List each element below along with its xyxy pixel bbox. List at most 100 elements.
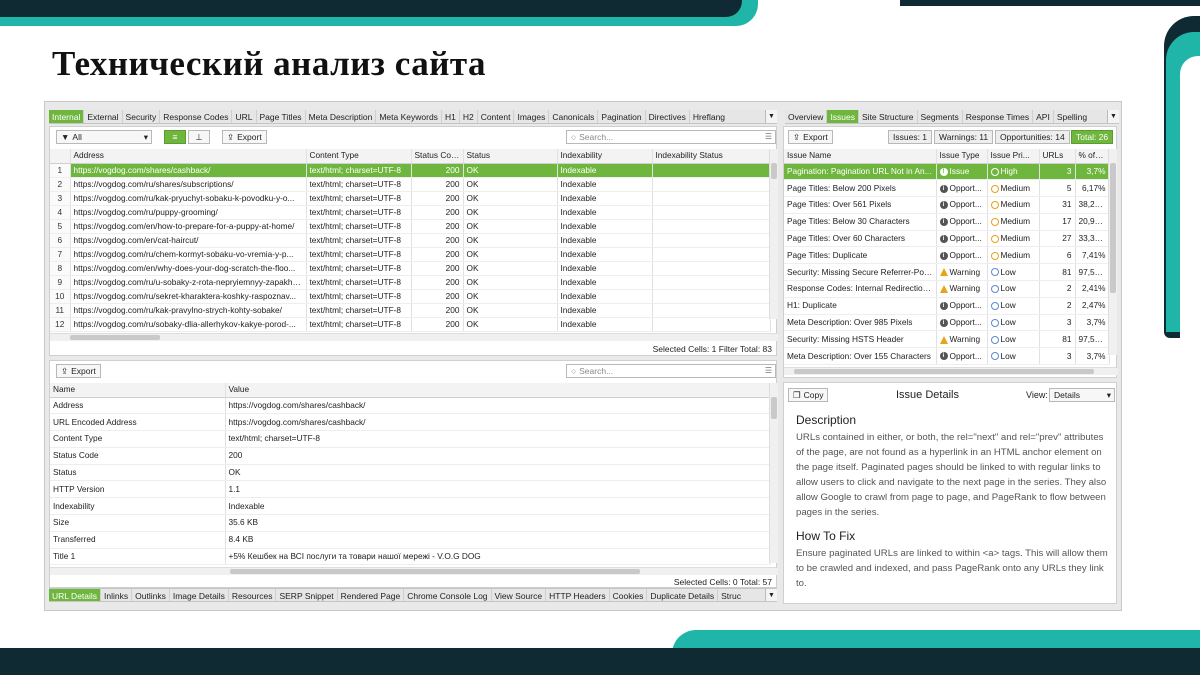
url-table-vscroll[interactable] xyxy=(769,149,778,319)
table-row[interactable]: Transferred 8.4 KB xyxy=(50,531,771,549)
tab-chrome-console-log[interactable]: Chrome Console Log xyxy=(404,589,492,601)
issues-count-chip[interactable]: Issues: 1 xyxy=(888,130,933,144)
tree-view-button[interactable]: ⊥ xyxy=(188,130,210,144)
url-col-header[interactable]: Status Code xyxy=(411,149,464,164)
filter-dropdown[interactable]: ▼ All ▾ xyxy=(56,130,152,144)
table-row[interactable]: Status OK xyxy=(50,464,771,482)
tab-api[interactable]: API xyxy=(1033,110,1054,123)
issues-col-header[interactable]: % of T... xyxy=(1075,149,1110,164)
table-row[interactable]: Page Titles: Over 60 Characters i Opport..… xyxy=(784,230,1110,248)
total-count-chip[interactable]: Total: 26 xyxy=(1071,130,1114,144)
details-table-vscroll[interactable] xyxy=(769,383,778,563)
table-row[interactable]: Indexability Indexable xyxy=(50,497,771,516)
details-table-hscroll[interactable] xyxy=(50,567,778,575)
tab-security[interactable]: Security xyxy=(123,110,161,123)
tab-internal[interactable]: Internal xyxy=(49,110,85,123)
table-row[interactable]: HTTP Version 1.1 xyxy=(50,480,771,499)
table-row[interactable]: Content Type text/html; charset=UTF-8 xyxy=(50,430,771,448)
search-filter-icon[interactable]: ☰ xyxy=(765,365,772,377)
table-row[interactable]: 5 https://vogdog.com/en/how-to-prepare-fo… xyxy=(50,219,771,234)
tab-content[interactable]: Content xyxy=(478,110,515,123)
tab-response-times[interactable]: Response Times xyxy=(963,110,1034,123)
opportunities-count-chip[interactable]: Opportunities: 14 xyxy=(995,130,1070,144)
tab-site-structure[interactable]: Site Structure xyxy=(859,110,918,123)
url-search-input[interactable]: ○ Search... ☰ xyxy=(566,130,776,144)
table-row[interactable]: URL Encoded Address https://vogdog.com/sh… xyxy=(50,413,771,432)
tab-outlinks[interactable]: Outlinks xyxy=(132,589,170,601)
tab-url-details[interactable]: URL Details xyxy=(49,589,102,601)
tab-canonicals[interactable]: Canonicals xyxy=(549,110,599,123)
url-col-header[interactable]: Content Type xyxy=(306,149,412,164)
table-row[interactable]: H1: Duplicate i Opport... Low 2 2,47% xyxy=(784,297,1110,315)
tab-meta-keywords[interactable]: Meta Keywords xyxy=(376,110,442,123)
table-row[interactable]: Page Titles: Over 561 Pixels i Opport... Me… xyxy=(784,196,1110,214)
url-col-header[interactable] xyxy=(50,149,71,164)
table-row[interactable]: 1 https://vogdog.com/shares/cashback/text… xyxy=(50,163,771,178)
details-col-header[interactable]: Name xyxy=(50,383,226,398)
url-col-header[interactable]: Address xyxy=(70,149,307,164)
table-row[interactable]: 3 https://vogdog.com/ru/kak-pryuchyt-soba… xyxy=(50,191,771,206)
export-button[interactable]: ⇪ Export xyxy=(222,130,267,144)
table-row[interactable]: Size 35.6 KB xyxy=(50,514,771,532)
table-row[interactable]: Page Titles: Duplicate i Opport... Medium 6 7… xyxy=(784,246,1110,265)
table-row[interactable]: 11 https://vogdog.com/ru/kak-pravylno-str… xyxy=(50,303,771,318)
issues-export-button[interactable]: ⇪ Export xyxy=(788,130,833,144)
tab-h2[interactable]: H2 xyxy=(460,110,478,123)
issues-col-header[interactable]: Issue Name xyxy=(784,149,937,164)
tab-issues[interactable]: Issues xyxy=(827,110,860,123)
tab-pagination[interactable]: Pagination xyxy=(598,110,646,123)
tab-page-titles[interactable]: Page Titles xyxy=(257,110,306,123)
table-row[interactable]: 8 https://vogdog.com/en/why-does-your-dog… xyxy=(50,261,771,276)
tab-image-details[interactable]: Image Details xyxy=(170,589,229,601)
table-row[interactable]: Status Code 200 xyxy=(50,447,771,465)
table-row[interactable]: 2 https://vogdog.com/ru/shares/subscripti… xyxy=(50,177,771,192)
tab-overview[interactable]: Overview xyxy=(785,110,828,123)
tab-overflow-chevron-icon[interactable]: ▼ xyxy=(765,589,777,601)
table-row[interactable]: 7 https://vogdog.com/ru/chem-kormyt-sobak… xyxy=(50,247,771,262)
copy-button[interactable]: ❐ Copy xyxy=(788,388,829,402)
tab-meta-description[interactable]: Meta Description xyxy=(306,110,377,123)
issues-table-vscroll[interactable] xyxy=(1108,149,1117,355)
tab-structured-data[interactable]: Struc xyxy=(718,589,765,601)
tab-inlinks[interactable]: Inlinks xyxy=(101,589,133,601)
details-search-input[interactable]: ○ Search... ☰ xyxy=(566,364,776,378)
issues-col-header[interactable]: Issue Pri... xyxy=(987,149,1040,164)
tab-http-headers[interactable]: HTTP Headers xyxy=(546,589,610,601)
tab-hreflang[interactable]: Hreflang xyxy=(690,110,765,123)
table-row[interactable]: Response Codes: Internal Redirection... W… xyxy=(784,280,1110,298)
tab-rendered-page[interactable]: Rendered Page xyxy=(338,589,405,601)
table-row[interactable]: Title 1 +5% Кешбек на ВСІ послуги та това… xyxy=(50,548,771,566)
table-row[interactable]: Security: Missing HSTS Header Warning Low 8… xyxy=(784,330,1110,349)
table-row[interactable]: 9 https://vogdog.com/ru/u-sobaky-z-rota-n… xyxy=(50,275,771,290)
table-row[interactable]: Security: Missing Secure Referrer-Poli..… xyxy=(784,263,1110,282)
url-table-hscroll[interactable] xyxy=(50,333,778,341)
tab-segments[interactable]: Segments xyxy=(918,110,963,123)
tab-resources[interactable]: Resources xyxy=(229,589,277,601)
tab-directives[interactable]: Directives xyxy=(646,110,690,123)
view-select[interactable]: Details ▾ xyxy=(1049,388,1115,402)
tab-images[interactable]: Images xyxy=(514,110,550,123)
tab-cookies[interactable]: Cookies xyxy=(610,589,648,601)
tab-external[interactable]: External xyxy=(84,110,123,123)
table-row[interactable]: Address https://vogdog.com/shares/cashbac… xyxy=(50,397,771,415)
table-row[interactable]: 6 https://vogdog.com/en/cat-haircut/text/… xyxy=(50,233,771,248)
url-col-header[interactable]: Status xyxy=(463,149,558,164)
table-row[interactable]: Page Titles: Below 200 Pixels i Opport... M… xyxy=(784,179,1110,198)
issues-col-header[interactable]: Issue Type xyxy=(936,149,988,164)
details-export-button[interactable]: ⇪ Export xyxy=(56,364,101,378)
url-col-header[interactable]: Indexability Status xyxy=(652,149,771,164)
tab-overflow-chevron-icon[interactable]: ▼ xyxy=(765,110,777,123)
table-row[interactable]: Pagination: Pagination URL Not in An...!… xyxy=(784,163,1110,181)
issues-table-hscroll[interactable] xyxy=(784,367,1118,375)
warnings-count-chip[interactable]: Warnings: 11 xyxy=(934,130,994,144)
tab-h1[interactable]: H1 xyxy=(442,110,460,123)
table-row[interactable]: Page Titles: Below 30 Characters i Opport.… xyxy=(784,213,1110,231)
table-row[interactable]: 4 https://vogdog.com/ru/puppy-grooming/te… xyxy=(50,205,771,220)
issues-col-header[interactable]: URLs xyxy=(1039,149,1076,164)
tab-duplicate-details[interactable]: Duplicate Details xyxy=(647,589,719,601)
tab-serp-snippet[interactable]: SERP Snippet xyxy=(276,589,338,601)
tab-url[interactable]: URL xyxy=(232,110,257,123)
details-col-header[interactable]: Value xyxy=(225,383,771,398)
list-view-button[interactable]: ≡ xyxy=(164,130,186,144)
table-row[interactable]: Meta Description: Over 985 Pixels i Opport… xyxy=(784,314,1110,332)
